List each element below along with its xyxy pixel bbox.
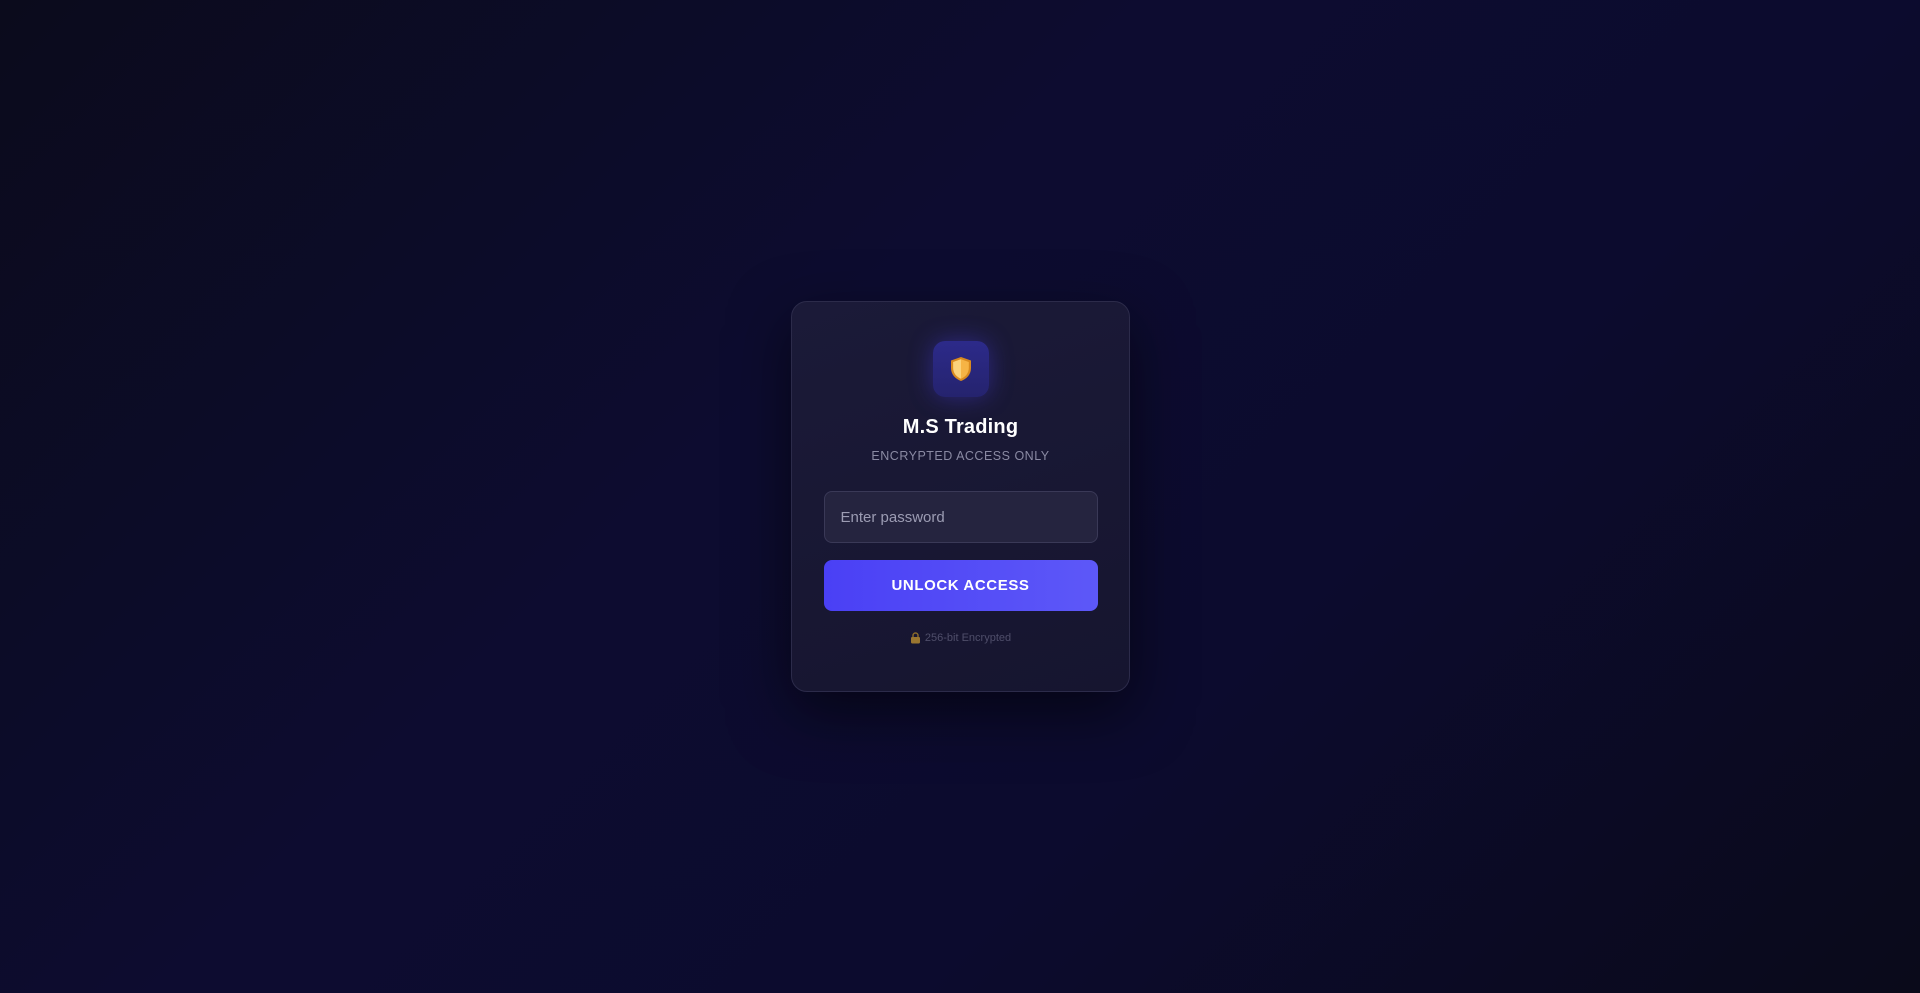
password-input[interactable] bbox=[823, 491, 1098, 543]
app-subtitle: ENCRYPTED ACCESS ONLY bbox=[871, 449, 1050, 463]
logo-badge bbox=[932, 341, 989, 397]
encryption-text: 256-bit Encrypted bbox=[924, 632, 1012, 644]
shield-icon bbox=[949, 356, 973, 382]
login-card: M.S Trading ENCRYPTED ACCESS ONLY UNLOCK… bbox=[791, 301, 1130, 692]
app-title: M.S Trading bbox=[902, 416, 1019, 438]
encryption-note: 256-bit Encrypted bbox=[910, 632, 1011, 644]
unlock-access-button[interactable]: UNLOCK ACCESS bbox=[823, 560, 1098, 611]
lock-icon bbox=[910, 632, 921, 644]
